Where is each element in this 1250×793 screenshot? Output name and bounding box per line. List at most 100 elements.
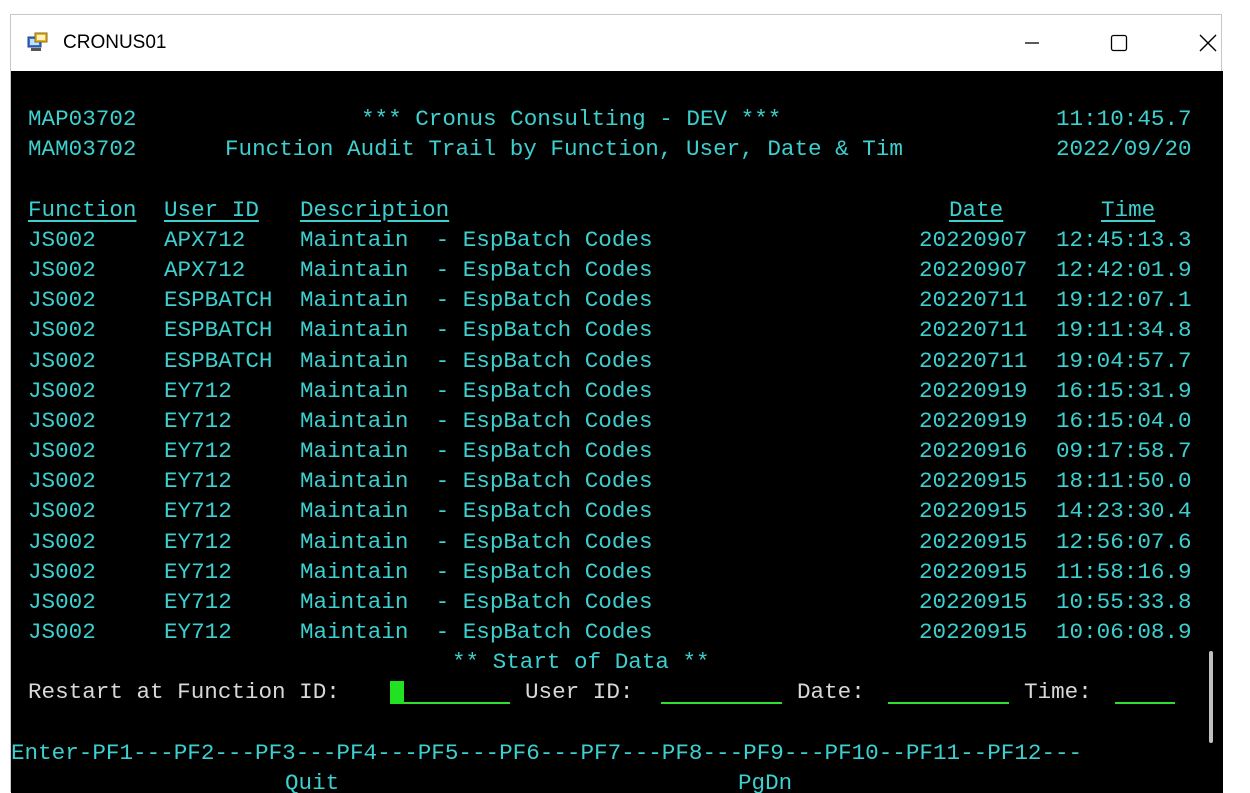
cell-function: JS002 (28, 498, 96, 525)
column-date: Date (949, 197, 1004, 223)
restart-date-field[interactable] (888, 702, 1009, 704)
cell-description: Maintain - EspBatch Codes (300, 317, 653, 344)
cell-user-id: APX712 (164, 257, 246, 284)
restart-date-label: Date: (797, 679, 865, 705)
terminal-window: CRONUS01 MAP03702 *** Cronus Consulting … (10, 14, 1223, 793)
cell-function: JS002 (28, 407, 96, 434)
maximize-button[interactable] (1084, 15, 1154, 71)
cell-user-id: EY712 (164, 528, 232, 555)
cell-date: 20220907 (919, 227, 1028, 253)
title-bar[interactable]: CRONUS01 (11, 15, 1221, 71)
cell-time: 16:15:04.0 (1056, 407, 1192, 434)
pfkey-legend: Enter-PF1---PF2---PF3---PF4---PF5---PF6-… (11, 740, 1083, 766)
cell-date: 20220915 (919, 618, 1028, 645)
program-id: MAP03702 (28, 106, 137, 132)
pfkey-line: Enter-PF1---PF2---PF3---PF4---PF5---PF6-… (11, 738, 1082, 768)
cell-description: Maintain - EspBatch Codes (300, 407, 653, 434)
cell-time: 10:06:08.9 (1056, 618, 1192, 645)
cell-function: JS002 (28, 377, 96, 404)
pf8-pgdn-label[interactable]: PgDn (738, 768, 792, 793)
cell-description: Maintain - EspBatch Codes (300, 588, 653, 615)
cell-description: Maintain - EspBatch Codes (300, 618, 653, 645)
system-title: *** Cronus Consulting - DEV *** (361, 106, 782, 132)
cell-user-id: ESPBATCH (164, 347, 273, 374)
cell-time: 09:17:58.7 (1056, 438, 1192, 465)
restart-function-label: Restart at Function ID: (28, 679, 340, 705)
restart-user-field[interactable] (661, 702, 782, 704)
map-id: MAM03702 (28, 136, 137, 162)
cell-time: 10:55:33.8 (1056, 588, 1192, 615)
cell-user-id: EY712 (164, 558, 232, 585)
text-cursor (390, 681, 404, 704)
cell-date: 20220915 (919, 528, 1028, 555)
column-description: Description (300, 197, 450, 223)
status-message: ** Start of Data ** (452, 649, 710, 675)
column-function: Function (28, 197, 137, 223)
terminal-screen[interactable]: MAP03702 *** Cronus Consulting - DEV ***… (11, 71, 1223, 793)
cell-date: 20220915 (919, 498, 1028, 525)
cell-function: JS002 (28, 287, 96, 314)
close-button[interactable] (1173, 15, 1243, 71)
cell-function: JS002 (28, 317, 96, 344)
cell-date: 20220919 (919, 407, 1028, 434)
cell-date: 20220915 (919, 558, 1028, 585)
column-time: Time (1101, 197, 1156, 223)
cell-function: JS002 (28, 438, 96, 465)
cell-time: 12:42:01.9 (1056, 257, 1192, 284)
header-line-2: MAM03702 Function Audit Trail by Functio… (11, 134, 1192, 164)
cell-function: JS002 (28, 588, 96, 615)
cell-description: Maintain - EspBatch Codes (300, 287, 653, 314)
cell-time: 19:04:57.7 (1056, 347, 1192, 374)
cell-date: 20220915 (919, 468, 1028, 495)
cell-description: Maintain - EspBatch Codes (300, 377, 653, 404)
cell-description: Maintain - EspBatch Codes (300, 347, 653, 374)
restart-time-field[interactable] (1115, 702, 1175, 704)
scrollbar-thumb[interactable] (1209, 651, 1213, 743)
restart-line: Restart at Function ID: User ID: Date: T… (11, 677, 1175, 707)
close-icon (1199, 34, 1217, 52)
cell-user-id: ESPBATCH (164, 287, 273, 314)
cell-date: 20220919 (919, 377, 1028, 404)
cell-time: 11:58:16.9 (1056, 558, 1192, 585)
cell-time: 12:45:13.3 (1056, 227, 1192, 253)
minimize-icon (1025, 42, 1039, 44)
cell-user-id: EY712 (164, 377, 232, 404)
restart-function-field[interactable] (390, 702, 510, 704)
scrollbar[interactable] (1203, 71, 1223, 793)
cell-user-id: EY712 (164, 588, 232, 615)
pf3-quit-label[interactable]: Quit (285, 768, 339, 793)
cell-description: Maintain - EspBatch Codes (300, 227, 653, 253)
maximize-icon (1110, 34, 1128, 52)
cell-time: 12:56:07.6 (1056, 528, 1192, 555)
cell-date: 20220915 (919, 588, 1028, 615)
cell-function: JS002 (28, 257, 96, 284)
cell-description: Maintain - EspBatch Codes (300, 257, 653, 284)
cell-user-id: EY712 (164, 618, 232, 645)
cell-description: Maintain - EspBatch Codes (300, 528, 653, 555)
cell-function: JS002 (28, 528, 96, 555)
cell-function: JS002 (28, 618, 96, 645)
cell-date: 20220711 (919, 317, 1028, 344)
cell-date: 20220711 (919, 347, 1028, 374)
pfkey-labels: Quit PgDn (11, 768, 792, 793)
cell-date: 20220907 (919, 257, 1028, 284)
cell-date: 20220916 (919, 438, 1028, 465)
cell-time: 18:11:50.0 (1056, 468, 1192, 495)
current-time: 11:10:45.7 (1056, 106, 1192, 132)
cell-function: JS002 (28, 468, 96, 495)
minimize-button[interactable] (997, 15, 1067, 71)
cell-user-id: EY712 (164, 407, 232, 434)
column-user-id: User ID (164, 197, 259, 223)
cell-user-id: APX712 (164, 227, 246, 253)
cell-time: 19:11:34.8 (1056, 317, 1192, 344)
cell-description: Maintain - EspBatch Codes (300, 438, 653, 465)
cell-time: 19:12:07.1 (1056, 287, 1192, 314)
cell-description: Maintain - EspBatch Codes (300, 468, 653, 495)
window-title: CRONUS01 (63, 32, 167, 53)
cell-user-id: ESPBATCH (164, 317, 273, 344)
cell-function: JS002 (28, 347, 96, 374)
cell-function: JS002 (28, 227, 96, 253)
cell-time: 14:23:30.4 (1056, 498, 1192, 525)
cell-time: 16:15:31.9 (1056, 377, 1192, 404)
cell-function: JS002 (28, 558, 96, 585)
